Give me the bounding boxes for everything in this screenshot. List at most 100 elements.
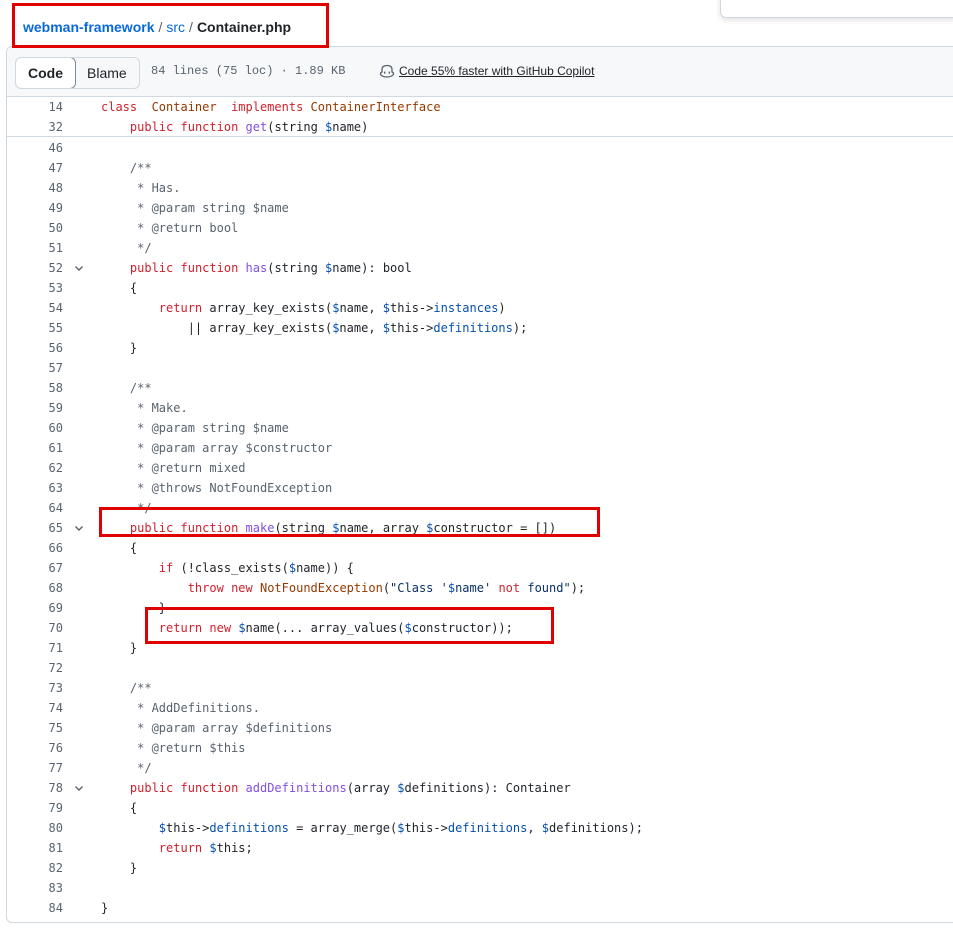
line-number[interactable]: 61	[7, 438, 63, 458]
code-content: * @param array $definitions	[101, 718, 332, 738]
line-number[interactable]: 57	[7, 358, 63, 378]
code-token: function	[180, 120, 239, 134]
code-token: this->	[390, 301, 434, 315]
code-line: 82 }	[7, 858, 953, 878]
code-line: 60 * @param string $name	[7, 418, 953, 438]
line-number[interactable]: 68	[7, 578, 63, 598]
line-number[interactable]: 51	[7, 238, 63, 258]
code-line: 70 return new $name(... array_values($co…	[7, 618, 953, 638]
breadcrumb-folder-link[interactable]: src	[166, 19, 185, 35]
code-token: $	[238, 621, 246, 635]
view-mode-toggle: Code Blame	[15, 57, 140, 89]
code-token: throw	[187, 581, 224, 595]
code-token: ,	[527, 821, 542, 835]
line-number[interactable]: 74	[7, 698, 63, 718]
code-token: || array_key_exists(	[101, 321, 333, 335]
line-number[interactable]: 77	[7, 758, 63, 778]
file-info: 84 lines (75 loc) · 1.89 KB	[151, 64, 346, 78]
code-token: return	[158, 621, 203, 635]
line-number[interactable]: 47	[7, 158, 63, 178]
copilot-icon	[379, 64, 395, 78]
code-token: definitions): Container	[404, 781, 571, 795]
chevron-down-icon[interactable]	[73, 262, 85, 274]
code-content: public function get(string $name)	[101, 117, 368, 137]
code-token: (string	[267, 120, 326, 134]
code-token: /**	[101, 681, 152, 695]
line-number[interactable]: 65	[7, 518, 63, 538]
line-number[interactable]: 50	[7, 218, 63, 238]
chevron-down-icon[interactable]	[73, 522, 85, 534]
code-line: 53 {	[7, 278, 953, 298]
sticky-scope-header: 14 class Container implements ContainerIn…	[7, 97, 953, 137]
code-token: not	[498, 581, 521, 595]
code-token: class	[101, 100, 138, 114]
line-number[interactable]: 78	[7, 778, 63, 798]
line-number[interactable]: 82	[7, 858, 63, 878]
line-number[interactable]: 81	[7, 838, 63, 858]
line-number[interactable]: 56	[7, 338, 63, 358]
code-token: * @param array $definitions	[101, 721, 333, 735]
code-token: * Make.	[101, 401, 188, 415]
file-viewer: Code Blame 84 lines (75 loc) · 1.89 KB C…	[6, 46, 953, 923]
line-number[interactable]: 83	[7, 878, 63, 898]
line-number[interactable]: 60	[7, 418, 63, 438]
line-number[interactable]: 71	[7, 638, 63, 658]
code-line: 46	[7, 138, 953, 158]
line-number[interactable]: 64	[7, 498, 63, 518]
code-token: {	[101, 801, 138, 815]
code-token: (string	[267, 261, 326, 275]
code-line: 71 }	[7, 638, 953, 658]
breadcrumb-repo-link[interactable]: webman-framework	[23, 19, 154, 35]
code-content: $this->definitions = array_merge($this->…	[101, 818, 643, 838]
code-tab-button[interactable]: Code	[15, 58, 76, 88]
line-number[interactable]: 54	[7, 298, 63, 318]
code-line: 68 throw new NotFoundException("Class '$…	[7, 578, 953, 598]
line-number[interactable]: 73	[7, 678, 63, 698]
code-token: name)) {	[296, 561, 354, 575]
line-number[interactable]: 75	[7, 718, 63, 738]
breadcrumb-separator: /	[189, 19, 193, 35]
code-content: public function make(string $name, array…	[101, 518, 556, 538]
code-line: 62 * @return mixed	[7, 458, 953, 478]
line-number[interactable]: 49	[7, 198, 63, 218]
code-line: 76 * @return $this	[7, 738, 953, 758]
line-number[interactable]: 52	[7, 258, 63, 278]
line-number[interactable]: 84	[7, 898, 63, 918]
line-number[interactable]: 55	[7, 318, 63, 338]
line-number[interactable]: 14	[7, 97, 63, 117]
breadcrumb-file-name: Container.php	[196, 19, 292, 35]
line-number[interactable]: 59	[7, 398, 63, 418]
line-number[interactable]: 70	[7, 618, 63, 638]
line-number[interactable]: 32	[7, 117, 63, 137]
line-number[interactable]: 80	[7, 818, 63, 838]
line-number[interactable]: 46	[7, 138, 63, 158]
code-content: * @return mixed	[101, 458, 245, 478]
code-line: 84}	[7, 898, 953, 918]
line-number[interactable]: 62	[7, 458, 63, 478]
line-number[interactable]: 58	[7, 378, 63, 398]
code-token: definitions	[433, 321, 513, 335]
line-number[interactable]: 63	[7, 478, 63, 498]
line-number[interactable]: 67	[7, 558, 63, 578]
code-token: $	[397, 781, 405, 795]
code-token: }	[101, 601, 167, 615]
line-number[interactable]: 72	[7, 658, 63, 678]
copilot-promo-link[interactable]: Code 55% faster with GitHub Copilot	[379, 63, 594, 79]
line-number[interactable]: 53	[7, 278, 63, 298]
code-content: || array_key_exists($name, $this->defini…	[101, 318, 528, 338]
line-number[interactable]: 79	[7, 798, 63, 818]
line-number[interactable]: 66	[7, 538, 63, 558]
code-line: 32 public function get(string $name)	[7, 117, 953, 137]
breadcrumb-separator: /	[158, 19, 163, 35]
line-number[interactable]: 69	[7, 598, 63, 618]
code-line: 52 public function has(string $name): bo…	[7, 258, 953, 278]
line-number[interactable]: 48	[7, 178, 63, 198]
chevron-down-icon[interactable]	[73, 782, 85, 794]
code-token: this->	[390, 321, 434, 335]
line-number[interactable]: 76	[7, 738, 63, 758]
blame-tab-button[interactable]: Blame	[75, 58, 139, 88]
